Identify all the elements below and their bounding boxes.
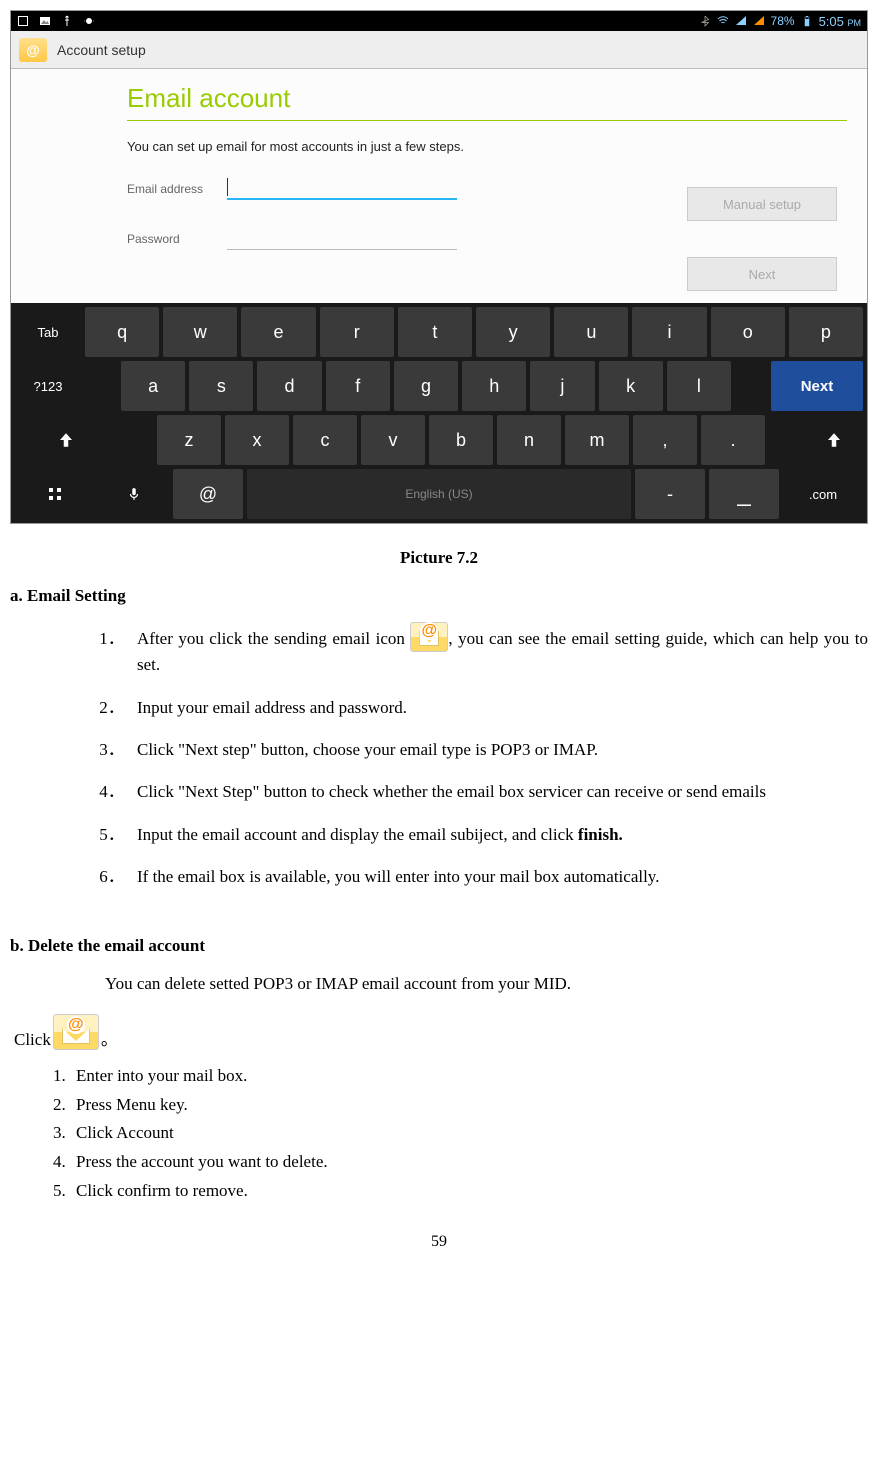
step-a1: After you click the sending email icon ,… xyxy=(129,622,868,679)
email-label: Email address xyxy=(127,182,227,196)
step-b4: Press the account you want to delete. xyxy=(70,1150,868,1175)
shift-icon xyxy=(825,431,843,449)
key-space[interactable]: English (US) xyxy=(247,469,631,519)
step-b2: Press Menu key. xyxy=(70,1093,868,1118)
click-line: Click。 xyxy=(14,1014,868,1050)
notification-icon xyxy=(17,15,29,27)
email-address-input[interactable] xyxy=(227,178,457,200)
key-shift-right[interactable] xyxy=(805,415,863,465)
key-at[interactable]: @ xyxy=(173,469,243,519)
signal-icon-2 xyxy=(753,15,765,27)
key-t[interactable]: t xyxy=(398,307,472,357)
key-tab[interactable]: Tab xyxy=(15,307,81,357)
key-l[interactable]: l xyxy=(667,361,731,411)
key-h[interactable]: h xyxy=(462,361,526,411)
key-b[interactable]: b xyxy=(429,415,493,465)
android-debug-icon xyxy=(83,15,95,27)
email-setup-form: Email account You can set up email for m… xyxy=(11,69,867,303)
gallery-icon xyxy=(39,15,51,27)
form-intro: You can set up email for most accounts i… xyxy=(127,139,487,156)
key-e[interactable]: e xyxy=(241,307,315,357)
battery-icon xyxy=(801,15,813,27)
app-bar: Account setup xyxy=(11,31,867,69)
step-a2: Input your email address and password. xyxy=(129,695,868,721)
key-s[interactable]: s xyxy=(189,361,253,411)
figure-caption: Picture 7.2 xyxy=(10,548,868,568)
step-b5: Click confirm to remove. xyxy=(70,1179,868,1204)
step-a3: Click "Next step" button, choose your em… xyxy=(129,737,868,763)
key-f[interactable]: f xyxy=(326,361,390,411)
form-title: Email account xyxy=(127,83,847,121)
key-d[interactable]: d xyxy=(257,361,321,411)
app-title: Account setup xyxy=(57,42,146,58)
key-q[interactable]: q xyxy=(85,307,159,357)
password-input[interactable] xyxy=(227,228,457,250)
key-shift-left[interactable] xyxy=(15,415,117,465)
key-u[interactable]: u xyxy=(554,307,628,357)
key-z[interactable]: z xyxy=(157,415,221,465)
key-c[interactable]: c xyxy=(293,415,357,465)
page-number: 59 xyxy=(10,1233,868,1251)
key-w[interactable]: w xyxy=(163,307,237,357)
key-k[interactable]: k xyxy=(599,361,663,411)
key-m[interactable]: m xyxy=(565,415,629,465)
email-app-icon xyxy=(19,38,47,62)
next-button[interactable]: Next xyxy=(687,257,837,291)
key-g[interactable]: g xyxy=(394,361,458,411)
embedded-screenshot: 78% 5:05 PM Account setup Email account … xyxy=(10,10,868,524)
section-b-intro: You can delete setted POP3 or IMAP email… xyxy=(105,972,868,996)
signal-icon-1 xyxy=(735,15,747,27)
email-icon xyxy=(53,1014,99,1050)
bluetooth-icon xyxy=(699,15,711,27)
step-a4: Click "Next Step" button to check whethe… xyxy=(129,779,868,805)
key-y[interactable]: y xyxy=(476,307,550,357)
usb-icon xyxy=(61,15,73,27)
shift-icon xyxy=(57,431,75,449)
manual-setup-button[interactable]: Manual setup xyxy=(687,187,837,221)
section-b-steps: Enter into your mail box. Press Menu key… xyxy=(50,1064,868,1203)
document-body: Picture 7.2 a. Email Setting After you c… xyxy=(0,524,878,1281)
key-symbols[interactable]: ?123 xyxy=(15,361,81,411)
key-a[interactable]: a xyxy=(121,361,185,411)
onscreen-keyboard: Tab q w e r t y u i o p ?123 a s d f g h… xyxy=(11,303,867,523)
key-voice[interactable] xyxy=(99,469,169,519)
microphone-icon xyxy=(127,485,141,503)
key-dash[interactable]: - xyxy=(635,469,705,519)
key-settings[interactable] xyxy=(15,469,95,519)
key-next[interactable]: Next xyxy=(771,361,863,411)
key-underscore[interactable]: _ xyxy=(709,469,779,519)
key-v[interactable]: v xyxy=(361,415,425,465)
step-a5: Input the email account and display the … xyxy=(129,822,868,848)
email-icon xyxy=(410,622,448,652)
section-a-heading: a. Email Setting xyxy=(10,586,868,606)
settings-icon xyxy=(47,486,63,502)
section-a-steps: After you click the sending email icon ,… xyxy=(105,622,868,890)
step-b1: Enter into your mail box. xyxy=(70,1064,868,1089)
key-n[interactable]: n xyxy=(497,415,561,465)
clock-time: 5:05 PM xyxy=(819,14,861,29)
key-j[interactable]: j xyxy=(530,361,594,411)
section-b-heading: b. Delete the email account xyxy=(10,936,868,956)
step-a6: If the email box is available, you will … xyxy=(129,864,868,890)
battery-percent: 78% xyxy=(771,14,795,28)
key-comma[interactable]: , xyxy=(633,415,697,465)
key-r[interactable]: r xyxy=(320,307,394,357)
password-label: Password xyxy=(127,232,227,246)
wifi-icon xyxy=(717,15,729,27)
key-dotcom[interactable]: .com xyxy=(783,469,863,519)
android-statusbar: 78% 5:05 PM xyxy=(11,11,867,31)
key-x[interactable]: x xyxy=(225,415,289,465)
key-period[interactable]: . xyxy=(701,415,765,465)
step-b3: Click Account xyxy=(70,1121,868,1146)
